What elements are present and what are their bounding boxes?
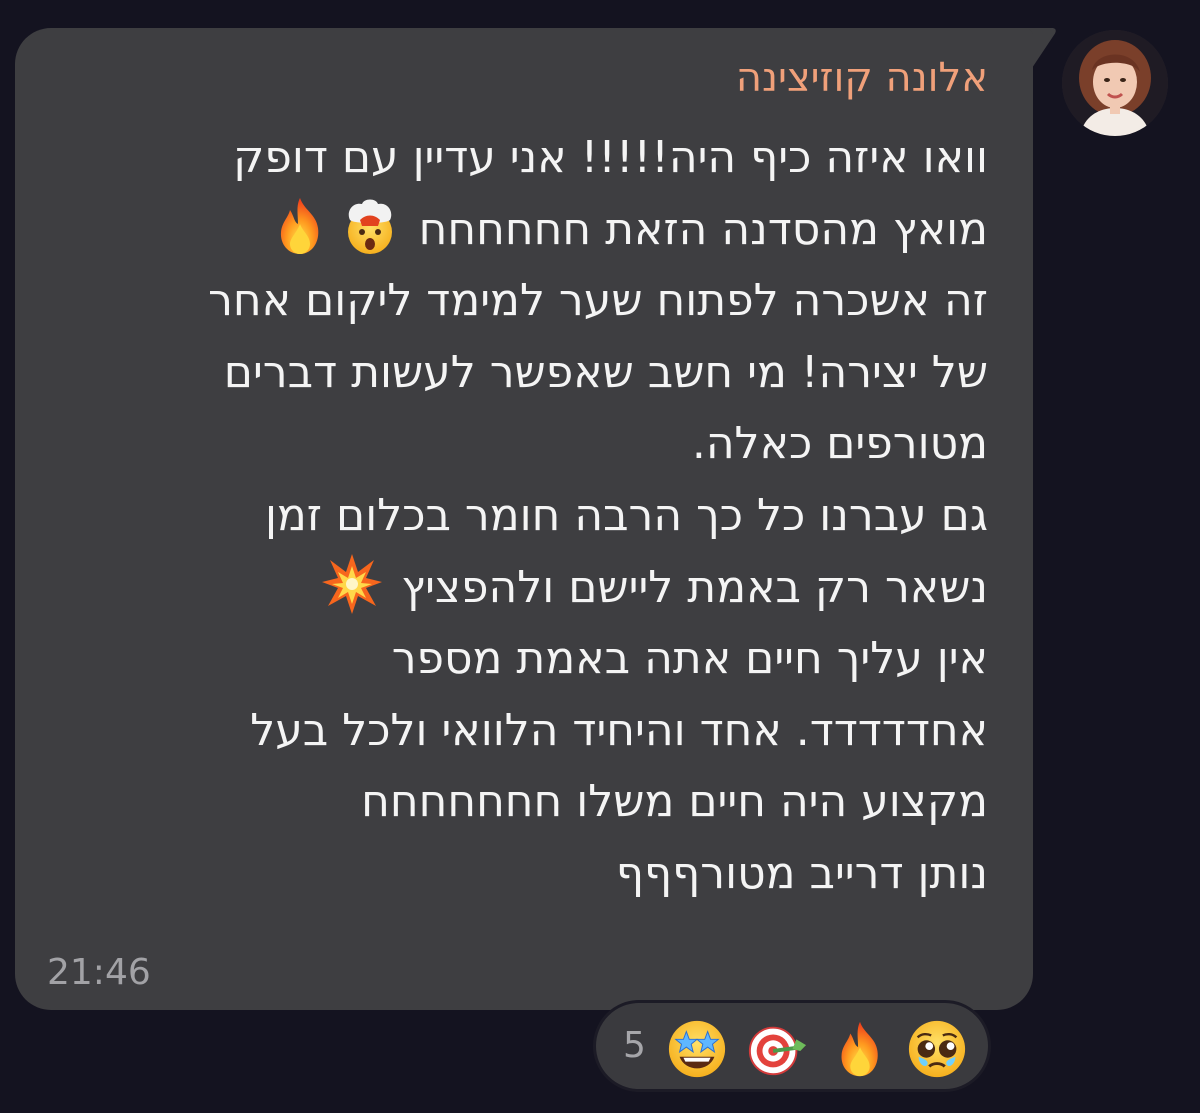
message-line: נותן דרייב מטורףףף <box>615 847 988 899</box>
message-line: של יצירה! מי חשב שאפשר לעשות דברים <box>223 346 988 398</box>
message-text: וואו איזה כיף היה!!!!! אני עדיין עם דופק… <box>58 122 988 910</box>
message-line: נשאר רק באמת ליישם ולהפציץ <box>58 552 988 624</box>
collision-icon <box>320 552 384 616</box>
pleading-face-icon[interactable] <box>906 1018 968 1080</box>
message-line: גם עברנו כל כך הרבה חומר בכלום זמן <box>264 489 988 541</box>
direct-hit-icon[interactable] <box>746 1018 808 1080</box>
chat-screen: אלונה קוזיצינה וואו איזה כיף היה!!!!! אנ… <box>0 0 1200 1113</box>
reaction-count: 5 <box>623 1025 646 1066</box>
message-line: אחדדדדד. אחד והיחיד הלוואי ולכל בעל <box>250 704 988 756</box>
star-struck-icon[interactable] <box>666 1018 728 1080</box>
exploding-head-icon <box>338 194 402 258</box>
message-line: מואץ מהסדנה הזאת חחחחחח <box>58 194 988 266</box>
message-time: 21:46 <box>47 952 151 993</box>
fire-icon <box>268 194 332 258</box>
sender-avatar[interactable] <box>1062 30 1168 136</box>
sender-name[interactable]: אלונה קוזיצינה <box>736 52 988 104</box>
avatar-photo <box>1062 30 1168 136</box>
message-line: וואו איזה כיף היה!!!!! אני עדיין עם דופק <box>233 132 988 183</box>
message-line: אין עליך חיים אתה באמת מספר <box>391 633 988 685</box>
message-line: מטורפים כאלה. <box>691 418 988 470</box>
reactions-bar[interactable]: 5 <box>593 1000 991 1092</box>
fire-icon[interactable] <box>829 1018 891 1080</box>
message-line: מקצוע היה חיים משלו חחחחחחח <box>361 776 988 828</box>
message-line: זה אשכרה לפתוח שער למימד ליקום אחר <box>208 275 988 327</box>
